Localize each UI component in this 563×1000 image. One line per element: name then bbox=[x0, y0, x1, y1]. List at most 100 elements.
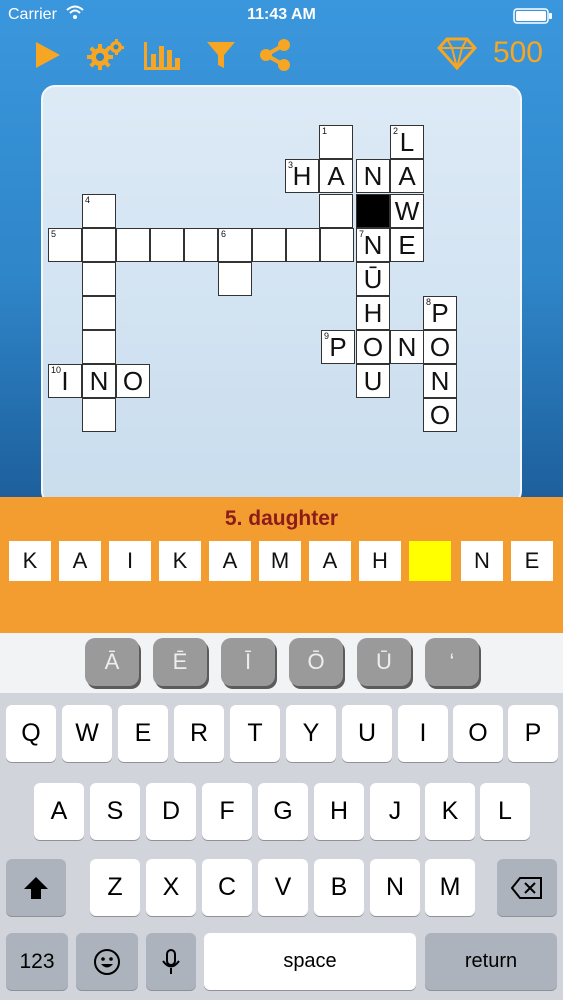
grid-cell[interactable]: A bbox=[390, 159, 424, 193]
clue-number: 6 bbox=[221, 229, 227, 239]
status-bar: Carrier 11:43 AM bbox=[0, 0, 563, 30]
grid-cell[interactable]: 1 bbox=[319, 125, 353, 159]
cell-letter: I bbox=[61, 365, 69, 396]
key-okina[interactable]: ‘ bbox=[425, 638, 479, 686]
key-n[interactable]: N bbox=[370, 859, 420, 916]
key-e[interactable]: E bbox=[118, 705, 168, 762]
key-b[interactable]: B bbox=[314, 859, 364, 916]
clue-number: 5 bbox=[51, 229, 57, 239]
delete-key[interactable] bbox=[497, 859, 557, 916]
cell-letter: N bbox=[363, 229, 383, 260]
answer-cell[interactable]: A bbox=[209, 541, 251, 581]
answer-cell[interactable]: M bbox=[259, 541, 301, 581]
answer-cell[interactable]: N bbox=[461, 541, 503, 581]
key-j[interactable]: J bbox=[370, 783, 420, 840]
grid-cell[interactable] bbox=[82, 228, 116, 262]
key-h[interactable]: H bbox=[314, 783, 364, 840]
answer-cell[interactable]: A bbox=[59, 541, 101, 581]
numbers-key[interactable]: 123 bbox=[6, 933, 68, 990]
grid-cell[interactable] bbox=[82, 330, 116, 364]
answer-letter: N bbox=[474, 548, 490, 573]
grid-cell[interactable]: 5 bbox=[48, 228, 82, 262]
key-p[interactable]: P bbox=[508, 705, 558, 762]
answer-cell[interactable]: K bbox=[9, 541, 51, 581]
grid-cell[interactable] bbox=[286, 228, 320, 262]
stats-bar-chart-icon[interactable] bbox=[142, 38, 182, 72]
key-e-macron[interactable]: Ē bbox=[153, 638, 207, 686]
grid-cell[interactable] bbox=[150, 228, 184, 262]
grid-cell[interactable]: 3H bbox=[285, 159, 319, 193]
grid-cell[interactable] bbox=[82, 398, 116, 432]
answer-cell[interactable]: E bbox=[511, 541, 553, 581]
grid-cell[interactable]: N bbox=[423, 364, 457, 398]
key-u-macron[interactable]: Ū bbox=[357, 638, 411, 686]
grid-cell[interactable]: Ū bbox=[356, 262, 390, 296]
key-y[interactable]: Y bbox=[286, 705, 336, 762]
key-r[interactable]: R bbox=[174, 705, 224, 762]
grid-cell[interactable]: N bbox=[356, 159, 390, 193]
key-v[interactable]: V bbox=[258, 859, 308, 916]
key-z[interactable]: Z bbox=[90, 859, 140, 916]
grid-cell[interactable] bbox=[184, 228, 218, 262]
grid-cell[interactable]: U bbox=[356, 364, 390, 398]
grid-cell[interactable] bbox=[116, 228, 150, 262]
emoji-key[interactable] bbox=[76, 933, 138, 990]
shift-key[interactable] bbox=[6, 859, 66, 916]
return-key[interactable]: return bbox=[425, 933, 557, 990]
grid-cell[interactable] bbox=[320, 228, 354, 262]
answer-cell[interactable]: I bbox=[109, 541, 151, 581]
key-g[interactable]: G bbox=[258, 783, 308, 840]
grid-cell[interactable]: 4 bbox=[82, 194, 116, 228]
grid-cell[interactable] bbox=[82, 262, 116, 296]
grid-cell[interactable]: N bbox=[390, 330, 424, 364]
grid-cell[interactable]: 9P bbox=[321, 330, 355, 364]
grid-cell[interactable] bbox=[82, 296, 116, 330]
grid-cell[interactable]: H bbox=[356, 296, 390, 330]
key-k[interactable]: K bbox=[425, 783, 475, 840]
filter-icon[interactable] bbox=[204, 38, 238, 72]
grid-cell[interactable]: 8P bbox=[423, 296, 457, 330]
grid-cell[interactable]: A bbox=[319, 159, 353, 193]
share-icon[interactable] bbox=[258, 38, 292, 72]
key-f[interactable]: F bbox=[202, 783, 252, 840]
grid-cell[interactable]: 7N bbox=[356, 228, 390, 262]
key-a[interactable]: A bbox=[34, 783, 84, 840]
key-a-macron[interactable]: Ā bbox=[85, 638, 139, 686]
grid-cell[interactable]: E bbox=[390, 228, 424, 262]
key-s[interactable]: S bbox=[90, 783, 140, 840]
answer-cell[interactable]: A bbox=[309, 541, 351, 581]
answer-cell[interactable]: H bbox=[359, 541, 401, 581]
space-key[interactable]: space bbox=[204, 933, 416, 990]
key-o[interactable]: O bbox=[453, 705, 503, 762]
key-c[interactable]: C bbox=[202, 859, 252, 916]
key-x[interactable]: X bbox=[146, 859, 196, 916]
grid-cell[interactable]: 2L bbox=[390, 125, 424, 159]
answer-cell-active[interactable] bbox=[409, 541, 451, 581]
key-m[interactable]: M bbox=[425, 859, 475, 916]
key-q[interactable]: Q bbox=[6, 705, 56, 762]
key-l[interactable]: L bbox=[480, 783, 530, 840]
grid-cell[interactable]: O bbox=[423, 330, 457, 364]
grid-cell[interactable]: W bbox=[390, 194, 424, 228]
key-d[interactable]: D bbox=[146, 783, 196, 840]
key-i[interactable]: I bbox=[398, 705, 448, 762]
key-w[interactable]: W bbox=[62, 705, 112, 762]
key-u[interactable]: U bbox=[342, 705, 392, 762]
crossword-board: 1 2L 3H A N A W 4 5 6 7N E Ū H 8P 9P O N… bbox=[41, 85, 522, 505]
key-i-macron[interactable]: Ī bbox=[221, 638, 275, 686]
grid-cell[interactable]: O bbox=[116, 364, 150, 398]
grid-cell[interactable]: O bbox=[423, 398, 457, 432]
dictation-key[interactable] bbox=[146, 933, 196, 990]
grid-cell[interactable]: 10 I bbox=[48, 364, 82, 398]
grid-cell[interactable] bbox=[218, 262, 252, 296]
settings-gears-icon[interactable] bbox=[86, 38, 126, 72]
play-icon[interactable] bbox=[30, 38, 64, 72]
answer-cell[interactable]: K bbox=[159, 541, 201, 581]
grid-cell[interactable]: N bbox=[82, 364, 116, 398]
grid-cell[interactable] bbox=[319, 194, 353, 228]
grid-cell[interactable]: O bbox=[356, 330, 390, 364]
key-t[interactable]: T bbox=[230, 705, 280, 762]
grid-cell[interactable]: 6 bbox=[218, 228, 252, 262]
key-o-macron[interactable]: Ō bbox=[289, 638, 343, 686]
grid-cell[interactable] bbox=[252, 228, 286, 262]
